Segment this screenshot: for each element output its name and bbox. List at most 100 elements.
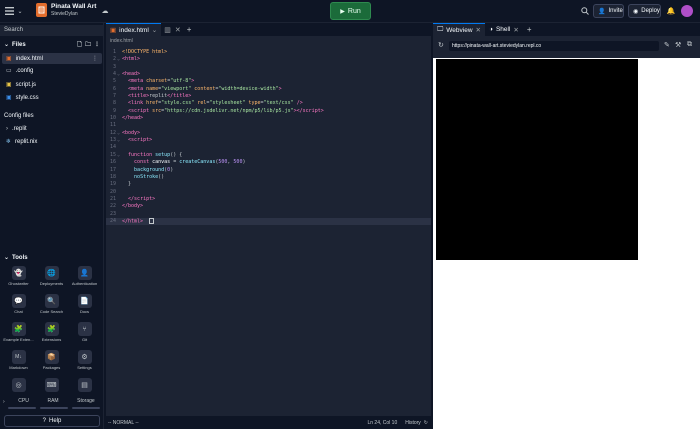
tool-docs[interactable]: 📄 Docs [68, 294, 101, 320]
code-line[interactable]: 3 [106, 64, 431, 71]
history-icon[interactable]: ↻ [424, 420, 428, 426]
git-icon: ⑂ [77, 322, 92, 336]
file-item-index-html[interactable]: ▣ index.html ⋮ [2, 53, 102, 64]
code-line[interactable]: 4 ⌄ <head> [106, 71, 431, 78]
close-icon[interactable]: ✕ [476, 26, 481, 34]
code-line[interactable]: 6 <meta name="viewport" content="width=d… [106, 86, 431, 93]
file-item-replit[interactable]: › .replit [2, 123, 102, 134]
tool-more-1[interactable]: ◎ [2, 378, 35, 392]
usage-expand-icon[interactable]: › [3, 399, 5, 405]
more-tools-row: ◎ ⌨ ▤ [2, 378, 102, 392]
history-button[interactable]: History [405, 420, 421, 426]
file-item-script-js[interactable]: ▣ script.js [2, 79, 102, 90]
bell-icon[interactable]: 🔔 [666, 6, 676, 16]
tools-title: Tools [12, 254, 28, 261]
file-more-icon[interactable]: ⋮ [92, 55, 98, 62]
code-line[interactable]: 12 ⌄ <body> [106, 130, 431, 137]
line-number: 16 [109, 159, 116, 166]
code-line[interactable]: 17 background(0) [106, 167, 431, 174]
tool-settings[interactable]: ⚙ Settings [68, 350, 101, 376]
code-line[interactable]: 5 <meta charset="utf-8"> [106, 78, 431, 85]
add-tab-icon[interactable]: + [187, 25, 192, 34]
code-line[interactable]: 1 <!DOCTYPE html> [106, 49, 431, 56]
more-icon[interactable]: ⋮ [94, 41, 100, 48]
code-line[interactable]: 8 <link href="style.css" rel="stylesheet… [106, 100, 431, 107]
code-line[interactable]: 14 [106, 144, 431, 151]
file-item-style-css[interactable]: ▣ style.css [2, 92, 102, 103]
code-line[interactable]: 7 <title>replit</title> [106, 93, 431, 100]
p5-canvas[interactable] [436, 59, 638, 260]
url-bar: ↻ https://pinata-wall-art.steviedylan.re… [433, 36, 700, 58]
new-folder-icon[interactable]: 🗀 [85, 40, 91, 50]
help-icon: ? [42, 418, 46, 424]
close-icon[interactable]: ✕ [513, 26, 518, 34]
cursor-position[interactable]: Ln 24, Col 10 [367, 420, 397, 426]
cloud-sync-icon[interactable]: ☁ [100, 6, 110, 16]
search-icon[interactable] [580, 6, 590, 16]
edit-icon[interactable]: ✎ [664, 41, 670, 49]
code-line[interactable]: 20 [106, 189, 431, 196]
file-item-config[interactable]: ▭ .config [2, 65, 102, 76]
code-line[interactable]: 19 } [106, 181, 431, 188]
owner-name[interactable]: StevieDylan [51, 11, 78, 17]
code-line[interactable]: 22 </body> [106, 203, 431, 210]
refresh-icon[interactable]: ↻ [438, 41, 444, 49]
chevron-down-icon[interactable]: ⌄ [152, 26, 157, 34]
code-line[interactable]: 24 </html> [106, 217, 431, 226]
tool-extensions[interactable]: 🧩 Extensions [35, 322, 68, 348]
tab-shell[interactable]: ◑ Shell ✕ [485, 23, 523, 36]
code-line[interactable]: 11 [106, 122, 431, 129]
devtools-icon[interactable]: ⚒ [675, 41, 681, 49]
code-line[interactable]: 2 ⌄ <html> [106, 56, 431, 63]
tool-label: Chat [14, 309, 23, 314]
url-input[interactable]: https://pinata-wall-art.steviedylan.repl… [449, 41, 659, 51]
tool-markdown[interactable]: M↓ Markdown [2, 350, 35, 376]
code-line[interactable]: 10 </head> [106, 115, 431, 122]
code-area[interactable]: 1 <!DOCTYPE html> 2 ⌄ <html> 3 4 ⌄ <head> 5 <meta… [106, 49, 431, 226]
tool-ghostwriter[interactable]: 👻 Ghostwriter [2, 266, 35, 292]
chevron-down-icon[interactable]: ⌄ [16, 7, 24, 15]
tool-more-2[interactable]: ⌨ [35, 378, 68, 392]
ram-bar [40, 407, 68, 409]
user-avatar[interactable] [681, 5, 693, 17]
invite-button[interactable]: 👤 Invite [593, 4, 624, 18]
code-editor-pane: ▣ index.html ⌄ ▥ ✕ + index.html 1 <!DOCTY… [106, 23, 431, 429]
close-icon[interactable]: ✕ [175, 26, 181, 34]
add-tab-icon[interactable]: + [527, 25, 532, 34]
tab-index-html[interactable]: ▣ index.html ⌄ [106, 23, 162, 36]
tool-chat[interactable]: 💬 Chat [2, 294, 35, 320]
code-line[interactable]: 16 const canvas = createCanvas(500, 500) [106, 159, 431, 166]
tool-packages[interactable]: 📦 Packages [35, 350, 68, 376]
split-pane-icon[interactable]: ▥ [164, 26, 171, 34]
tool-git[interactable]: ⑂ Git [68, 322, 101, 348]
tools-section-header[interactable]: ⌄ Tools [0, 252, 104, 263]
code-line[interactable]: 9 <script src="https://cdn.jsdelivr.net/… [106, 108, 431, 115]
help-button[interactable]: ? Help [4, 415, 100, 427]
tool-more-3[interactable]: ▤ [68, 378, 101, 392]
tool-authentication[interactable]: 👤 Authentication [68, 266, 101, 292]
repl-avatar[interactable] [36, 3, 47, 17]
breadcrumb[interactable]: index.html [110, 38, 133, 44]
code-line[interactable]: 18 noStroke() [106, 174, 431, 181]
code-line[interactable]: 23 [106, 211, 431, 218]
line-number: 3 [112, 63, 116, 70]
run-button[interactable]: ▶ Run [330, 2, 371, 20]
search-input[interactable]: Search [0, 25, 104, 36]
deploy-button[interactable]: ◉ Deploy [628, 4, 661, 18]
tool-deployments[interactable]: 🌐 Deployments [35, 266, 68, 292]
config-files-header[interactable]: Config files [0, 110, 104, 121]
files-section-header[interactable]: ⌄ Files 🗋 🗀 ⋮ [0, 39, 104, 50]
tool-code-search[interactable]: 🔍 Code Search [35, 294, 68, 320]
repl-name[interactable]: Pinata Wall Art [51, 3, 96, 10]
code-line[interactable]: 15 ⌄ function setup() { [106, 152, 431, 159]
tab-label: Shell [495, 26, 511, 33]
code-line[interactable]: 13 ⌄ <script> [106, 137, 431, 144]
tool-label: Ghostwriter [8, 281, 29, 286]
tool-example-extension[interactable]: 🧩 Example Exten... [2, 322, 35, 348]
open-new-tab-icon[interactable]: ⧉ [687, 41, 692, 49]
tab-webview[interactable]: 🖵 Webview ✕ [433, 23, 485, 36]
new-file-icon[interactable]: 🗋 [77, 40, 82, 50]
sidebar-toggle-icon[interactable] [4, 6, 14, 16]
code-line[interactable]: 21 </script> [106, 196, 431, 203]
file-item-replit-nix[interactable]: ❄ replit.nix [2, 136, 102, 147]
